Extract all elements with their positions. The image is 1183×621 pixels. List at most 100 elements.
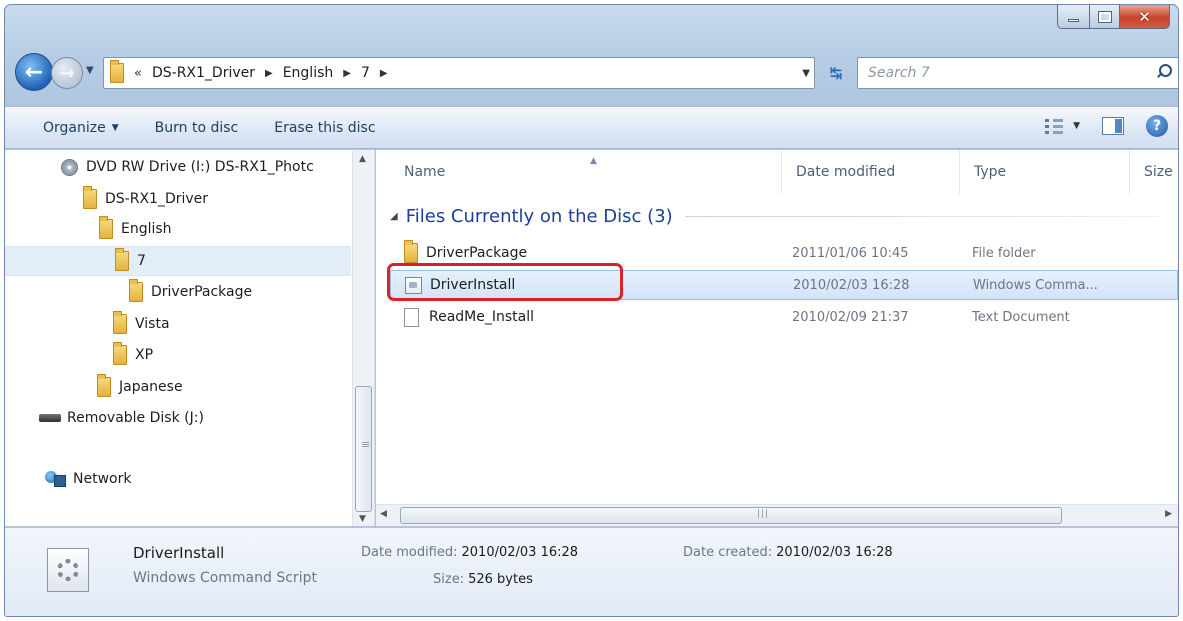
breadcrumb-separator-icon[interactable]: ▶: [343, 68, 351, 79]
column-type[interactable]: Type: [960, 150, 1130, 194]
scroll-thumb[interactable]: |||: [400, 507, 1062, 524]
refresh-icon: ↹: [829, 64, 843, 82]
tree-item-japanese[interactable]: Japanese: [97, 372, 183, 402]
organize-menu[interactable]: Organize ▼: [43, 120, 119, 136]
refresh-button[interactable]: ↹: [821, 57, 851, 89]
burn-to-disc-button[interactable]: Burn to disc: [155, 120, 239, 136]
forward-button[interactable]: →: [51, 57, 83, 89]
tree-item-label: Removable Disk (J:): [67, 410, 204, 426]
breadcrumb-overflow[interactable]: «: [134, 66, 142, 81]
view-options-dropdown[interactable]: ▼: [1073, 121, 1080, 131]
file-date: 2011/01/06 10:45: [792, 245, 909, 261]
tree-item-vista[interactable]: Vista: [113, 309, 170, 339]
tree-item-english[interactable]: English: [99, 214, 172, 244]
collapse-group-icon[interactable]: ◢: [390, 211, 398, 222]
details-pane: DriverInstall Windows Command Script Dat…: [5, 527, 1178, 616]
file-row[interactable]: ReadMe_Install 2010/02/09 21:37 Text Doc…: [390, 302, 1178, 332]
scroll-down-icon[interactable]: ▼: [359, 514, 366, 524]
tree-item-removable-disk[interactable]: Removable Disk (J:): [39, 403, 204, 433]
file-name-cell: DriverPackage: [404, 240, 528, 263]
tree-item-label: DriverPackage: [151, 284, 253, 300]
scroll-grip-icon: |||: [757, 509, 770, 519]
file-type: Windows Comma...: [973, 277, 1098, 293]
file-name-cell: ReadMe_Install: [404, 307, 534, 327]
folder-icon: [110, 60, 124, 83]
back-arrow-icon: ←: [24, 59, 44, 85]
gear-icon: [57, 559, 79, 581]
file-date: 2010/02/03 16:28: [793, 277, 910, 293]
minimize-icon: [1068, 19, 1079, 22]
erase-label: Erase this disc: [274, 119, 376, 136]
sort-ascending-icon: ▲: [590, 156, 597, 166]
recent-pages-dropdown[interactable]: ▼: [86, 65, 94, 76]
address-row: ← → ▼ « DS-RX1_Driver ▶ English ▶ 7 ▶ ▼ …: [15, 53, 1178, 97]
tree-item-7[interactable]: 7: [5, 246, 351, 276]
file-list-pane: Name ▲ Date modified Type Size ◢ Files Cu…: [376, 150, 1178, 526]
search-icon[interactable]: [1157, 64, 1172, 78]
back-button[interactable]: ←: [15, 53, 53, 91]
tree-item-label: 7: [137, 253, 146, 269]
breadcrumb-separator-icon[interactable]: ▶: [380, 68, 388, 79]
breadcrumb-7[interactable]: 7: [361, 65, 370, 81]
network-icon: [45, 471, 66, 487]
group-header[interactable]: ◢ Files Currently on the Disc (3): [390, 202, 1158, 230]
search-input[interactable]: Search 7: [857, 57, 1178, 89]
tree-item-ds-rx1-driver[interactable]: DS-RX1_Driver: [83, 184, 208, 214]
file-name: DriverPackage: [426, 245, 528, 261]
column-date-modified[interactable]: Date modified: [782, 150, 960, 194]
tree-item-label: Japanese: [119, 379, 183, 395]
forward-arrow-icon: →: [59, 62, 75, 84]
details-value: 2010/02/03 16:28: [776, 545, 893, 560]
column-label: Date modified: [796, 164, 896, 180]
column-name[interactable]: Name ▲: [390, 150, 782, 194]
search-placeholder: Search 7: [868, 65, 930, 81]
removable-disk-icon: [39, 414, 61, 422]
tree-item-network[interactable]: Network: [45, 464, 131, 494]
column-label: Size: [1144, 164, 1173, 180]
folder-icon: [115, 248, 129, 271]
address-bar[interactable]: « DS-RX1_Driver ▶ English ▶ 7 ▶ ▼: [103, 57, 815, 89]
view-controls: ▼ ?: [1045, 115, 1168, 137]
tree-item-driverpackage[interactable]: DriverPackage: [129, 277, 252, 307]
minimize-button[interactable]: [1057, 5, 1090, 29]
tree-item-xp[interactable]: XP: [113, 340, 153, 370]
scroll-up-icon[interactable]: ▲: [359, 154, 366, 164]
column-size[interactable]: Size: [1130, 150, 1178, 194]
erase-disc-button[interactable]: Erase this disc: [274, 120, 375, 136]
folder-icon: [113, 311, 127, 334]
close-button[interactable]: ✕: [1120, 5, 1170, 29]
details-file-name: DriverInstall: [133, 544, 225, 562]
breadcrumb-ds-rx1-driver[interactable]: DS-RX1_Driver: [152, 65, 255, 81]
chevron-down-icon: ▼: [111, 122, 119, 133]
group-title: Files Currently on the Disc (3): [405, 205, 673, 227]
maximize-button[interactable]: [1090, 5, 1120, 29]
maximize-icon: [1097, 10, 1112, 23]
tree-item-dvd-drive[interactable]: DVD RW Drive (I:) DS-RX1_Photc: [61, 152, 314, 182]
tree-item-label: Vista: [135, 316, 170, 332]
close-icon: ✕: [1138, 7, 1151, 26]
scroll-left-icon[interactable]: ◀: [380, 509, 387, 519]
folder-icon: [83, 186, 97, 209]
dvd-drive-icon: [61, 158, 78, 176]
column-label: Name: [404, 164, 446, 180]
details-file-type: Windows Command Script: [133, 570, 317, 586]
tree-item-label: Network: [73, 471, 132, 487]
command-bar: Organize ▼ Burn to disc Erase this disc ▼…: [5, 106, 1178, 149]
nav-vertical-scrollbar[interactable]: ▲ ≡ ▼: [352, 150, 374, 526]
details-label: Size:: [433, 572, 465, 587]
change-view-icon[interactable]: [1045, 118, 1065, 134]
group-divider: [684, 215, 1158, 217]
tree-item-label: DS-RX1_Driver: [105, 191, 209, 207]
caption-buttons: ✕: [1057, 5, 1170, 32]
file-date: 2010/02/09 21:37: [792, 309, 909, 325]
breadcrumb-english[interactable]: English: [283, 65, 334, 81]
scroll-right-icon[interactable]: ▶: [1165, 509, 1172, 519]
details-label: Date created:: [683, 545, 773, 560]
address-dropdown[interactable]: ▼: [802, 68, 810, 79]
help-icon[interactable]: ?: [1146, 115, 1168, 137]
preview-pane-icon[interactable]: [1102, 117, 1124, 135]
file-type: Text Document: [972, 309, 1070, 325]
folder-icon: [97, 374, 111, 397]
breadcrumb-separator-icon[interactable]: ▶: [265, 68, 273, 79]
horizontal-scrollbar[interactable]: ◀ ||| ▶: [376, 504, 1178, 526]
